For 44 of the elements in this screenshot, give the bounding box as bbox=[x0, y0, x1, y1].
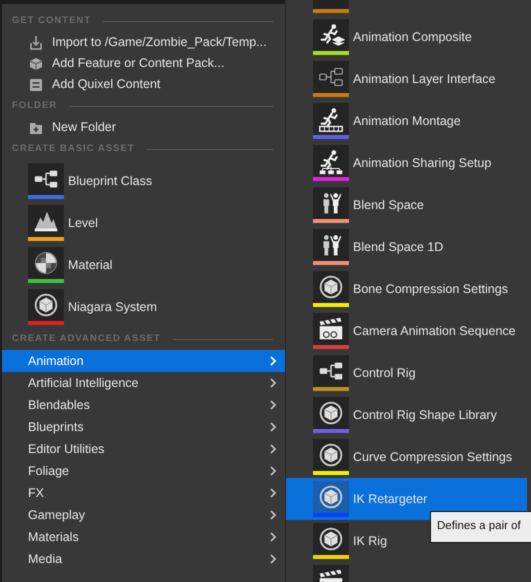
submenu-item[interactable]: Animation bbox=[2, 350, 285, 372]
submenu-item[interactable]: Blendables bbox=[2, 394, 285, 416]
asset-menu-item[interactable]: Camera Animation Sequence bbox=[286, 310, 527, 352]
asset-menu-item[interactable]: Blueprint Class bbox=[68, 172, 152, 190]
submenu-item[interactable]: Editor Utilities bbox=[2, 438, 285, 460]
menu-item[interactable]: Add Feature or Content Pack... bbox=[2, 53, 285, 74]
chevron-right-icon bbox=[269, 399, 277, 411]
chevron-right-icon bbox=[269, 443, 277, 455]
submenu-item[interactable]: Materials bbox=[2, 526, 285, 548]
asset-menu-item[interactable]: IK Retargeter bbox=[286, 478, 527, 520]
submenu-item[interactable]: FX bbox=[2, 482, 285, 504]
chevron-right-icon bbox=[269, 531, 277, 543]
asset-menu-item[interactable]: Blend Space bbox=[286, 184, 527, 226]
chevron-right-icon bbox=[269, 355, 277, 367]
asset-menu-item[interactable]: Bone Compression Settings bbox=[286, 268, 527, 310]
asset-menu-item[interactable]: Animation Layer Interface bbox=[286, 58, 527, 100]
asset-menu-item[interactable]: Curve Compression Settings bbox=[286, 436, 527, 478]
asset-menu-item[interactable]: Blend Space 1D bbox=[286, 226, 527, 268]
chevron-right-icon bbox=[269, 509, 277, 521]
submenu-item[interactable]: Blueprints bbox=[2, 416, 285, 438]
chevron-right-icon bbox=[269, 377, 277, 389]
asset-menu-item[interactable]: Material bbox=[68, 256, 112, 274]
chevron-right-icon bbox=[269, 465, 277, 477]
menu-item[interactable]: Add Quixel Content bbox=[2, 74, 285, 95]
asset-menu-item[interactable]: Level bbox=[68, 214, 98, 232]
asset-menu-item[interactable]: Niagara System bbox=[68, 298, 157, 316]
menu-item[interactable]: New Folder bbox=[2, 117, 285, 138]
package-icon bbox=[28, 56, 44, 72]
import-icon bbox=[28, 34, 44, 50]
submenu-item[interactable]: Gameplay bbox=[2, 504, 285, 526]
asset-menu-item[interactable]: Animation Montage bbox=[286, 100, 527, 142]
submenu-item[interactable]: Artificial Intelligence bbox=[2, 372, 285, 394]
asset-menu-item[interactable]: Animation Composite bbox=[286, 16, 527, 58]
menu-item[interactable]: Import to /Game/Zombie_Pack/Temp... bbox=[2, 32, 285, 53]
tooltip: Defines a pair of bbox=[430, 511, 531, 543]
document-icon bbox=[28, 76, 44, 92]
asset-menu-item[interactable]: Control Rig bbox=[286, 352, 527, 394]
submenu-item[interactable]: Foliage bbox=[2, 460, 285, 482]
submenu-item[interactable]: Media bbox=[2, 548, 285, 570]
chevron-right-icon bbox=[269, 421, 277, 433]
asset-menu-item[interactable]: Animation Sharing Setup bbox=[286, 142, 527, 184]
chevron-right-icon bbox=[269, 487, 277, 499]
chevron-right-icon bbox=[269, 553, 277, 565]
asset-menu-item[interactable]: Control Rig Shape Library bbox=[286, 394, 527, 436]
